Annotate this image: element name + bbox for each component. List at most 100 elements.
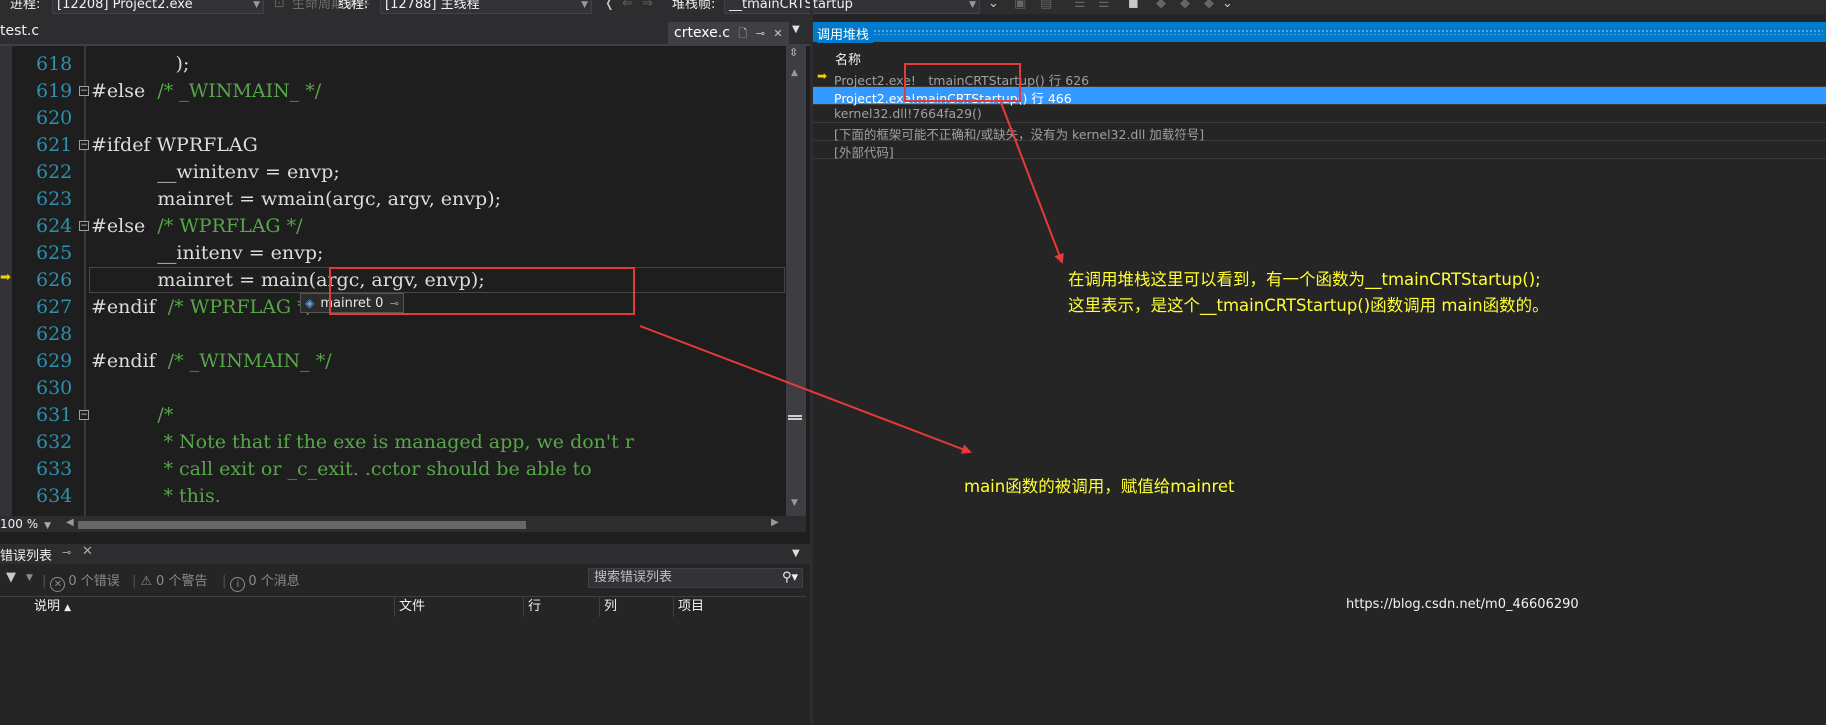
code-line: * this. (91, 484, 220, 508)
line-number: 630 (36, 377, 73, 399)
thread-dropdown[interactable]: [12788] 主线程 ▼ (380, 0, 592, 14)
frame-text: kernel32.dll!7664fa29() (834, 106, 982, 121)
error-list-titlebar: 错误列表 ⊸ ✕ ▼ (0, 544, 810, 564)
bookmark-clear-icon[interactable]: ◆ (1204, 0, 1214, 11)
overflow-chevron-icon[interactable]: ⌄ (988, 0, 999, 11)
code-line: __initenv = envp; (91, 241, 323, 265)
code-text: #ifdef WPRFLAG (91, 134, 258, 156)
error-icon: ✕ (50, 577, 66, 592)
collapse-block-icon[interactable]: − (79, 221, 89, 231)
highlight-box-main-call (329, 267, 635, 315)
save-dump-icon[interactable]: ▣ (1014, 0, 1026, 11)
lifecycle-event-icon[interactable]: ⊡ (274, 0, 285, 11)
callstack-annotation-line2: 这里表示，是这个__tmainCRTStartup()函数调用 main函数的。 (1068, 296, 1549, 315)
code-comment: /* _WINMAIN_ */ (167, 350, 332, 372)
read-only-lock-icon: 🗋 (738, 27, 748, 40)
comment-icon[interactable]: ☰ (1074, 0, 1086, 11)
error-list-search-input[interactable]: 搜索错误列表 ⚲▾ (588, 568, 803, 588)
line-number: 624 (36, 215, 73, 237)
code-line: #ifdef WPRFLAG (91, 133, 258, 157)
code-line: #else /* WPRFLAG */ (91, 214, 303, 238)
line-number: 618 (36, 53, 73, 75)
line-number: 632 (36, 431, 73, 453)
flag-thread-icon[interactable]: ❬ (604, 0, 615, 11)
warnings-toggle[interactable]: | ⚠ 0 个警告 (132, 570, 207, 589)
process-value: [12208] Project2.exe (57, 0, 193, 12)
column-description[interactable]: 说明 ▲ (30, 597, 71, 617)
search-icon[interactable]: ⚲▾ (782, 569, 798, 587)
close-icon[interactable]: ✕ (82, 544, 93, 559)
call-stack-title: 调用堆栈 (817, 24, 874, 43)
scroll-left-icon[interactable]: ◀ (66, 517, 74, 528)
collapse-block-icon[interactable]: − (79, 410, 89, 420)
uncomment-icon[interactable]: ☰ (1098, 0, 1110, 11)
horizontal-scrollbar[interactable]: ◀ ▶ (66, 517, 781, 530)
code-line: /* (91, 403, 173, 427)
vertical-scrollbar[interactable]: ⇳ ▲ ▼ (786, 46, 806, 518)
column-line[interactable]: 行 (523, 597, 541, 617)
code-line: #endif /* WPRFLAG */ (91, 295, 313, 319)
code-comment: /* WPRFLAG */ (167, 296, 313, 318)
main-call-annotation: main函数的被调用，赋值给mainret (964, 477, 1235, 496)
tab-list-dropdown-icon[interactable]: ▼ (792, 24, 800, 35)
column-project[interactable]: 项目 (673, 597, 704, 617)
errors-toggle[interactable]: | ✕ 0 个错误 (42, 570, 120, 592)
tab-test-c[interactable]: test.c (0, 23, 39, 39)
call-stack-frame[interactable]: [下面的框架可能不正确和/或缺失，没有为 kernel32.dll 加载符号] (813, 123, 1826, 142)
outline-margin (84, 46, 86, 516)
toggle-flag-icon[interactable]: ⇒ (642, 0, 653, 11)
auto-hide-pin-icon[interactable]: ⊸ (62, 546, 71, 559)
line-number: 619 (36, 80, 73, 102)
line-number: 634 (36, 485, 73, 507)
scroll-up-icon[interactable]: ▲ (791, 68, 798, 78)
drag-grip[interactable] (873, 29, 1823, 35)
code-text: #endif (91, 296, 168, 318)
scroll-position-marker (788, 415, 802, 420)
toolbar-overflow-icon[interactable]: ⌄ (1222, 0, 1233, 11)
split-window-icon[interactable]: ⇳ (789, 46, 798, 59)
window-position-dropdown-icon[interactable]: ▼ (792, 548, 800, 559)
bookmark-prev-icon[interactable]: ◆ (1156, 0, 1166, 11)
scroll-right-icon[interactable]: ▶ (771, 517, 779, 528)
code-line: __winitenv = envp; (91, 160, 339, 184)
line-number: 629 (36, 350, 73, 372)
filter-dropdown-icon[interactable]: ▼ (26, 573, 33, 583)
collapse-block-icon[interactable]: − (79, 140, 89, 150)
chevron-down-icon: ▼ (581, 0, 588, 10)
memory-icon[interactable]: ▤ (1040, 0, 1052, 11)
stackframe-label: 堆栈帧: (672, 0, 716, 12)
code-comment: /* (91, 404, 174, 426)
line-number: 625 (36, 242, 73, 264)
filter-icon[interactable]: ▼ (6, 570, 16, 585)
show-flagged-threads-icon[interactable]: ⇐ (622, 0, 633, 11)
errors-count: 0 个错误 (68, 574, 120, 589)
tab-crtexe-c[interactable]: crtexe.c 🗋 ⊸ ✕ (668, 22, 789, 44)
line-number: 631 (36, 404, 73, 426)
call-stack-frame[interactable]: kernel32.dll!7664fa29() (813, 105, 1826, 123)
column-file[interactable]: 文件 (394, 597, 425, 617)
zoom-dropdown[interactable]: 100 % ▼ (0, 516, 51, 532)
close-tab-icon[interactable]: ✕ (773, 27, 782, 40)
process-dropdown[interactable]: [12208] Project2.exe ▼ (52, 0, 264, 14)
code-line: * Note that if the exe is managed app, w… (91, 430, 633, 454)
collapse-block-icon[interactable]: − (79, 86, 89, 96)
column-label: 行 (528, 599, 542, 614)
bookmark-next-icon[interactable]: ◆ (1180, 0, 1190, 11)
scroll-down-icon[interactable]: ▼ (791, 498, 798, 508)
column-name[interactable]: 名称 (835, 49, 861, 68)
stackframe-dropdown[interactable]: __tmainCRTStartup ▼ (724, 0, 980, 14)
sort-ascending-icon: ▲ (64, 603, 72, 613)
column-label: 文件 (399, 599, 426, 614)
pin-tab-icon[interactable]: ⊸ (756, 27, 765, 40)
error-list-header: 说明 ▲ 文件 行 列 项目 (0, 596, 806, 617)
current-statement-arrow-icon[interactable]: ➡ (0, 270, 12, 288)
code-comment: * call exit or _c_exit. .cctor should be… (91, 458, 592, 480)
bookmark-icon[interactable]: ◼ (1128, 0, 1139, 11)
call-stack-frame[interactable]: [外部代码] (813, 141, 1826, 160)
column-label: 项目 (678, 599, 705, 614)
messages-toggle[interactable]: | i 0 个消息 (222, 570, 300, 592)
column-column[interactable]: 列 (599, 597, 617, 617)
horizontal-scroll-thumb[interactable] (78, 521, 526, 529)
chevron-down-icon: ▼ (44, 521, 52, 531)
error-list-title: 错误列表 (0, 549, 53, 564)
